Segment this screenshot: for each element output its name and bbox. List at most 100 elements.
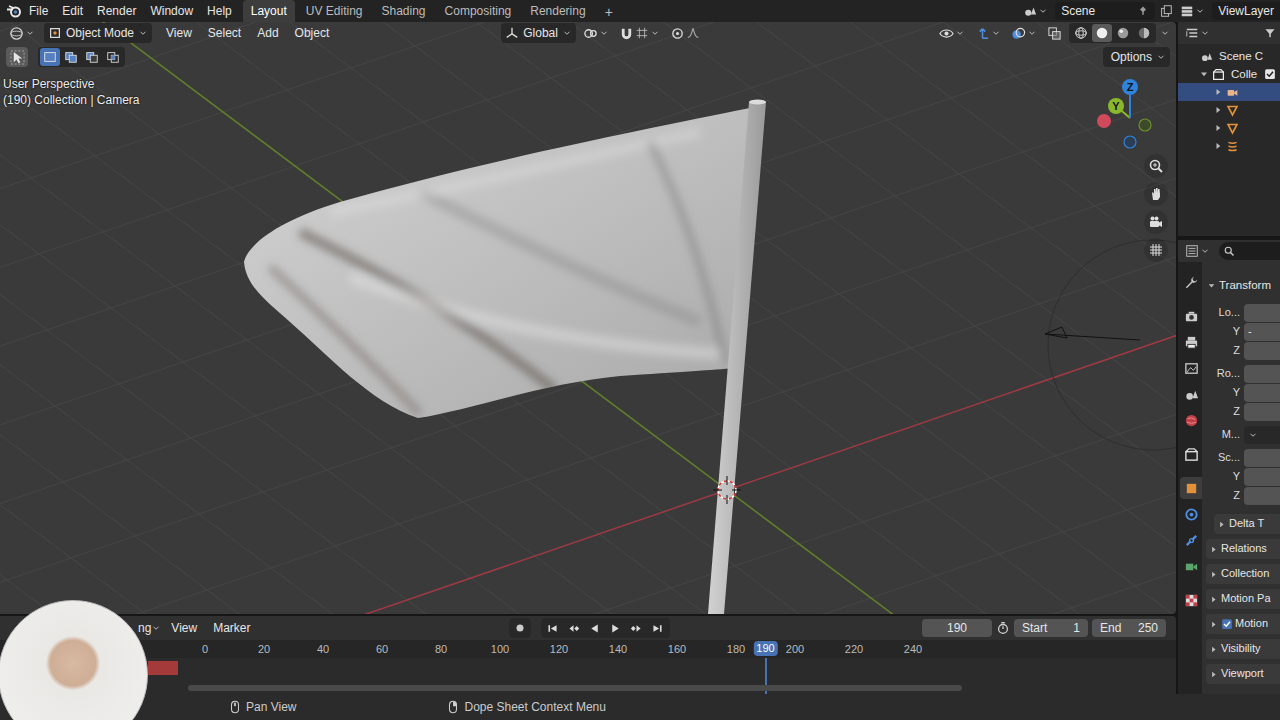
properties-icon[interactable] <box>1185 244 1199 258</box>
options-dropdown[interactable]: Options <box>1103 47 1170 67</box>
preview-range-icon[interactable] <box>996 621 1010 635</box>
workspace-label[interactable]: UV Editing <box>306 4 363 18</box>
xray-icon[interactable] <box>1047 26 1062 41</box>
transform-panel-header[interactable]: Transform <box>1206 276 1280 294</box>
property-field[interactable] <box>1244 468 1280 486</box>
properties-tab[interactable] <box>1180 555 1202 577</box>
zoom-icon[interactable] <box>1148 158 1164 174</box>
play-icon[interactable] <box>609 622 622 635</box>
axis-handle[interactable] <box>1122 79 1138 95</box>
shading-button[interactable] <box>1113 24 1133 42</box>
view-layer-field[interactable]: ViewLayer <box>1212 2 1280 20</box>
expand-icon[interactable] <box>1208 544 1219 555</box>
orientation-label[interactable]: Global <box>523 26 558 41</box>
outliner-row[interactable] <box>1178 83 1280 101</box>
viewport-canvas[interactable] <box>0 22 1176 614</box>
shading-button[interactable] <box>1071 24 1091 42</box>
workspace-label[interactable]: Layout <box>251 4 287 18</box>
visibility-button[interactable] <box>936 23 968 43</box>
property-field[interactable] <box>1244 342 1280 360</box>
property-field[interactable] <box>1244 384 1280 402</box>
shading-button[interactable] <box>1092 24 1112 42</box>
3d-cursor[interactable] <box>713 476 741 504</box>
properties-tab[interactable] <box>1180 443 1202 465</box>
workspace-tab[interactable]: Compositing <box>437 0 520 22</box>
horizontal-scrollbar[interactable] <box>188 685 962 691</box>
wireframe-shading-icon[interactable] <box>1074 26 1088 40</box>
properties-section[interactable]: Motion <box>1206 614 1280 634</box>
zoom-button[interactable] <box>1144 154 1168 178</box>
viewport-menu[interactable]: Select <box>200 26 249 41</box>
data-icon[interactable] <box>1184 559 1199 574</box>
select-extend-icon[interactable] <box>64 50 78 64</box>
camera-view-button[interactable] <box>1144 210 1168 234</box>
viewport-menu[interactable]: Object <box>287 26 338 41</box>
timeline-menu[interactable]: Marker <box>207 621 256 636</box>
play-reverse-button[interactable] <box>585 619 605 637</box>
end-frame-field[interactable]: End250 <box>1092 619 1166 637</box>
proportional-button[interactable] <box>667 23 703 43</box>
collection-row[interactable]: Colle <box>1178 65 1280 83</box>
menu-item[interactable]: Edit <box>55 4 90 19</box>
property-field[interactable] <box>1244 403 1280 421</box>
select-mode-button[interactable] <box>103 48 123 66</box>
scene-collection-label[interactable]: Scene C <box>1219 49 1263 63</box>
3d-viewport-icon[interactable] <box>9 26 24 41</box>
flag[interactable] <box>244 108 750 418</box>
tool-button[interactable] <box>6 47 28 67</box>
workspace-tab[interactable]: Shading <box>374 0 434 22</box>
axis-label[interactable]: Z <box>1127 81 1134 93</box>
output-icon[interactable] <box>1184 335 1199 350</box>
previous-keyframe-icon[interactable] <box>567 622 580 635</box>
workspace-label[interactable]: Compositing <box>445 4 512 18</box>
properties-tab[interactable] <box>1180 589 1202 611</box>
next-keyframe-button[interactable] <box>627 619 647 637</box>
constraints-icon[interactable] <box>1184 533 1199 548</box>
gizmos-button[interactable] <box>972 23 1004 43</box>
magnet-icon[interactable] <box>619 26 634 41</box>
checkbox-icon[interactable] <box>1264 68 1276 80</box>
snap-grid-icon[interactable] <box>635 26 649 40</box>
scene-collection-row[interactable]: Scene C <box>1178 47 1280 65</box>
properties-tab[interactable] <box>1180 305 1202 327</box>
section-label[interactable]: Collection <box>1221 567 1269 581</box>
mode-label[interactable]: Object Mode <box>66 26 134 41</box>
pivot-icon[interactable] <box>583 26 598 41</box>
section-label[interactable]: Viewport <box>1221 667 1264 681</box>
select-subtract-icon[interactable] <box>85 50 99 64</box>
collection-label[interactable]: Colle <box>1231 67 1257 81</box>
outliner-row[interactable] <box>1178 119 1280 137</box>
checkbox-icon[interactable] <box>1221 618 1233 630</box>
property-dropdown[interactable] <box>1244 426 1280 444</box>
properties-tab[interactable] <box>1180 477 1202 499</box>
section-label[interactable]: Relations <box>1221 542 1267 556</box>
workspace-label[interactable]: Rendering <box>530 4 585 18</box>
view-layer-icon[interactable] <box>1184 361 1199 376</box>
properties-section[interactable]: Delta T <box>1214 514 1280 534</box>
camera-view-icon[interactable] <box>1148 214 1164 230</box>
section-label[interactable]: Visibility <box>1221 642 1261 656</box>
select-set-icon[interactable] <box>43 50 57 64</box>
previous-keyframe-button[interactable] <box>564 619 584 637</box>
menu-item[interactable]: File <box>22 4 55 19</box>
falloff-icon[interactable] <box>686 26 700 40</box>
properties-tab[interactable] <box>1180 331 1202 353</box>
overlays-icon[interactable] <box>1011 26 1026 41</box>
timeline-ruler[interactable]: 020406080100120140160180200220240190 <box>0 640 1176 658</box>
properties-tab[interactable] <box>1180 409 1202 431</box>
section-label[interactable]: Motion Pa <box>1221 592 1271 606</box>
object-icon[interactable] <box>1184 481 1199 496</box>
timeline-menu[interactable]: View <box>165 621 203 636</box>
expand-icon[interactable] <box>1212 86 1224 98</box>
tool-icon[interactable] <box>1184 275 1199 290</box>
property-field[interactable]: - <box>1244 323 1280 341</box>
select-mode-button[interactable] <box>40 48 60 66</box>
property-field[interactable] <box>1244 304 1280 322</box>
3d-viewport[interactable]: Object ModeViewSelectAddObjectGlobal Opt… <box>0 22 1176 614</box>
record-icon[interactable] <box>513 621 527 635</box>
select-intersect-icon[interactable] <box>106 50 120 64</box>
properties-tab[interactable] <box>1180 271 1202 293</box>
orthographic-button[interactable] <box>1144 238 1168 262</box>
snap-button[interactable] <box>616 23 663 43</box>
new-scene-icon[interactable] <box>1159 4 1173 18</box>
